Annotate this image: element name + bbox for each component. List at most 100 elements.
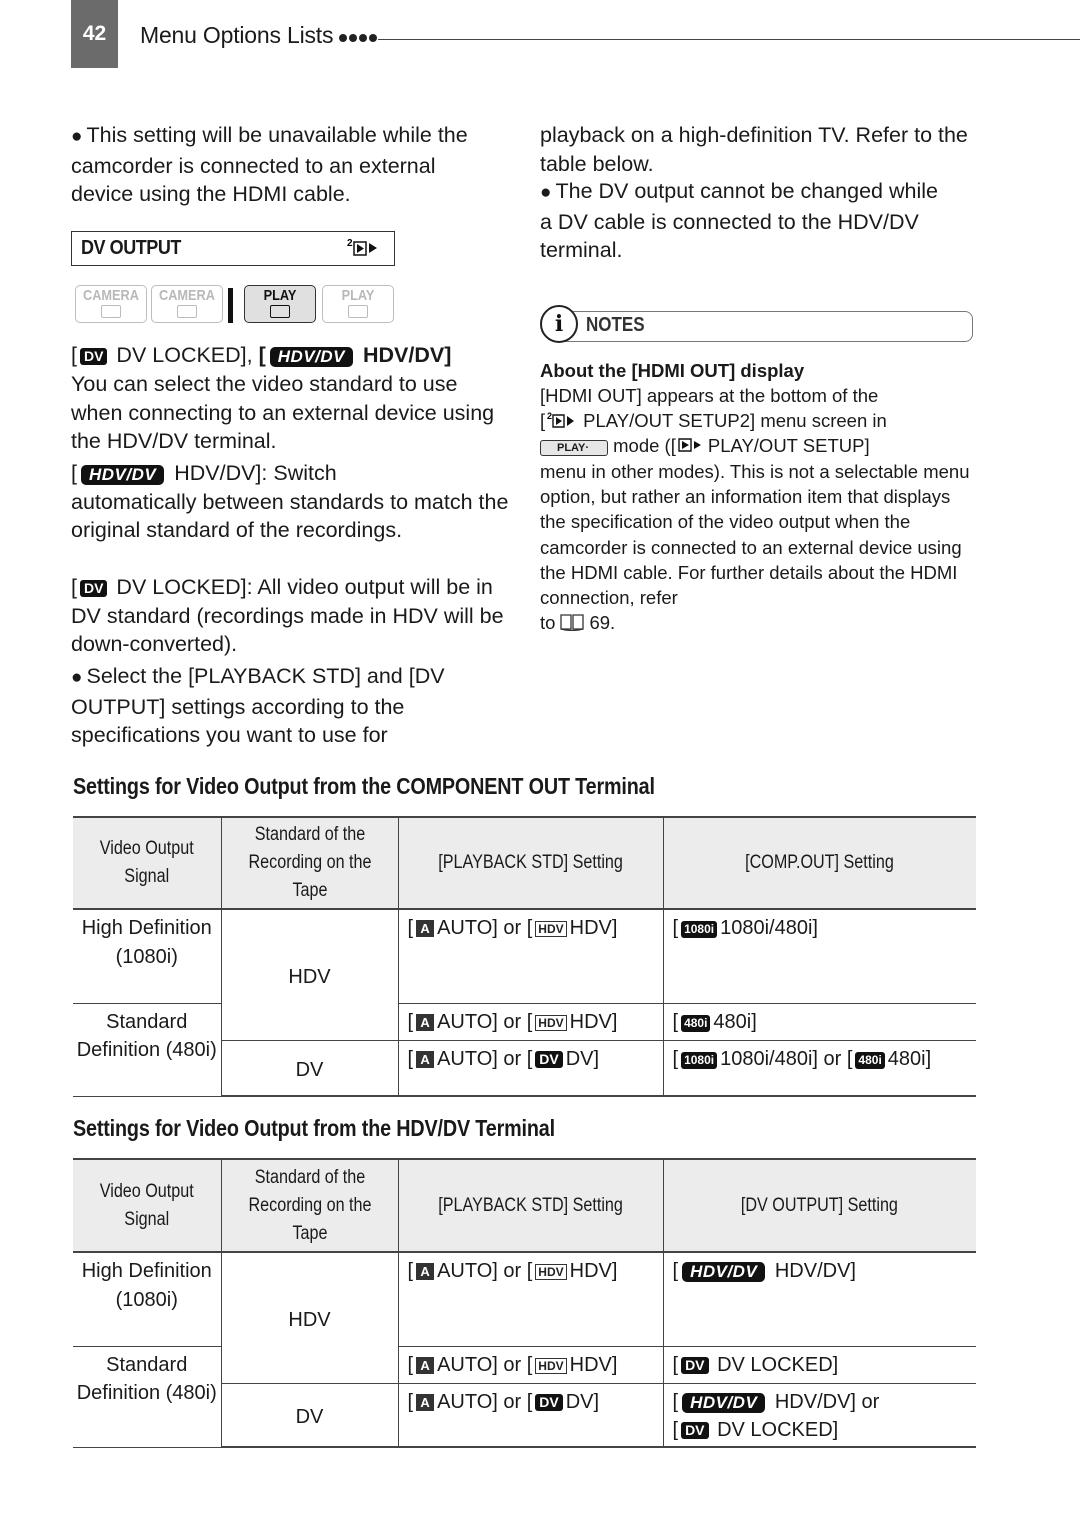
notes-title: NOTES [586, 314, 645, 336]
auto-icon: A [416, 1356, 435, 1374]
dv-cable-bullet: The DV output cannot be changed while a … [540, 177, 940, 265]
dv-icon: DV [79, 348, 108, 365]
column-header: [PLAYBACK STD] Setting [397, 816, 663, 910]
480i-icon: 480i [681, 1014, 711, 1032]
select-bullet: Select the [PLAYBACK STD] and [DV OUTPUT… [71, 662, 511, 750]
hdv-dv-icon: HDV/DV [269, 347, 354, 367]
component-out-heading: Settings for Video Output from the COMPO… [73, 773, 655, 799]
column-header: Standard of the Recording on the Tape [220, 1158, 398, 1253]
notes-line-2: [2 PLAY/OUT SETUP2] menu screen in [540, 408, 980, 435]
hdv-icon: HDV [535, 921, 567, 937]
hdv-dv-icon: HDV/DV [682, 1392, 766, 1413]
signal-cell: High Definition (1080i) [73, 1252, 221, 1347]
notes-page-reference: to 69. [540, 610, 980, 637]
hdv-dv-option-description: [HDV/DV HDV/DV]: Switch automatically be… [71, 461, 509, 542]
hdv-icon: HDV [535, 1357, 567, 1374]
mode-play-tape: PLAY [244, 285, 316, 323]
tape-standard-cell: HDV [220, 909, 398, 1041]
title-dots-decoration [339, 34, 377, 42]
signal-cell: Standard Definition (480i) [73, 1003, 221, 1097]
mode-separator [228, 288, 233, 323]
option-description: You can select the video standard to use… [71, 372, 495, 453]
table-header-row: Video Output Signal Standard of the Reco… [73, 1158, 976, 1253]
dv-icon: DV [79, 580, 108, 597]
table-row: High Definition (1080i) HDV [A AUTO] or [… [73, 909, 976, 1041]
dv-icon: DV [681, 1356, 709, 1374]
page-number: 42 [71, 0, 118, 68]
svg-text:2: 2 [347, 238, 353, 249]
tape-icon [101, 305, 121, 318]
mode-camera-tape: CAMERA [75, 285, 147, 323]
comp-out-cell: [1080i 1080i/480i] or [480i 480i] [662, 1040, 976, 1097]
tape-standard-cell: DV [220, 1040, 398, 1097]
playback-std-cell: [A AUTO] or [HDV HDV] [397, 1252, 663, 1347]
card-icon [348, 305, 368, 318]
tape-icon [270, 305, 290, 318]
svg-text:2: 2 [547, 411, 552, 421]
480i-icon: 480i [855, 1051, 885, 1069]
hdv-dv-terminal-heading: Settings for Video Output from the HDV/D… [73, 1115, 555, 1141]
column-header: Video Output Signal [73, 1158, 221, 1253]
column-header: Video Output Signal [73, 816, 221, 910]
table-header-row: Video Output Signal Standard of the Reco… [73, 816, 976, 910]
info-icon: i [540, 305, 578, 343]
play-out-setup-2-icon: 2 [346, 237, 382, 264]
component-out-table: Video Output Signal Standard of the Reco… [73, 816, 976, 1097]
play-tape-mode-icon: PLAY· [540, 440, 608, 456]
playback-std-cell: [A AUTO] or [DV DV] [397, 1040, 663, 1097]
card-icon [177, 305, 197, 318]
auto-icon: A [416, 1050, 435, 1068]
intro-bullet: This setting will be unavailable while t… [71, 121, 501, 209]
playback-std-cell: [A AUTO] or [HDV HDV] [397, 1346, 663, 1384]
dv-locked-option-description: [DV DV LOCKED]: All video output will be… [71, 575, 504, 656]
auto-icon: A [416, 1013, 435, 1031]
notes-body: menu in other modes). This is not a sele… [540, 461, 970, 609]
dv-icon: DV [681, 1422, 709, 1439]
header-rule [378, 39, 1080, 40]
notes-line-1: [HDMI OUT] appears at the bottom of the [540, 385, 879, 406]
auto-icon: A [416, 1393, 435, 1411]
hdv-icon: HDV [535, 1264, 567, 1280]
1080i-icon: 1080i [681, 1051, 718, 1069]
play-out-setup-2-icon: 2 [547, 410, 581, 435]
hdv-dv-icon: HDV/DV [682, 1262, 766, 1282]
menu-item-box: DV OUTPUT 2 [71, 231, 395, 266]
column-header: Standard of the Recording on the Tape [220, 816, 398, 910]
dv-icon: DV [535, 1050, 563, 1068]
1080i-icon: 1080i [681, 921, 718, 938]
comp-out-cell: [1080i 1080i/480i] [662, 909, 976, 1004]
column-header: [DV OUTPUT] Setting [662, 1158, 976, 1253]
table-row: High Definition (1080i) HDV [A AUTO] or [… [73, 1252, 976, 1384]
running-title: Menu Options Lists [140, 22, 334, 48]
auto-icon: A [416, 920, 435, 937]
playback-std-cell: [A AUTO] or [HDV HDV] [397, 909, 663, 1004]
playback-std-cell: [A AUTO] or [HDV HDV] [397, 1003, 663, 1041]
comp-out-cell: [480i 480i] [662, 1003, 976, 1041]
hdv-dv-icon: HDV/DV [80, 465, 165, 485]
dv-output-cell: [HDV/DV HDV/DV] or[DV DV LOCKED] [662, 1383, 976, 1448]
table-row: Standard Definition (480i) [A AUTO] or [H… [73, 1003, 976, 1097]
tape-standard-cell: HDV [220, 1252, 398, 1384]
auto-icon: A [416, 1263, 435, 1280]
hdv-dv-terminal-table: Video Output Signal Standard of the Reco… [73, 1158, 976, 1448]
tape-standard-cell: DV [220, 1383, 398, 1448]
table-row: Standard Definition (480i) [A AUTO] or [H… [73, 1346, 976, 1448]
column-header: [COMP.OUT] Setting [662, 816, 976, 910]
book-icon [559, 612, 585, 637]
continuation-text: playback on a high-definition TV. Refer … [540, 123, 968, 176]
options-line: [DV DV LOCKED], [HDV/DV HDV/DV] [71, 343, 452, 367]
play-out-setup-icon [678, 435, 706, 460]
signal-cell: High Definition (1080i) [73, 909, 221, 1004]
hdv-icon: HDV [535, 1014, 567, 1031]
signal-cell: Standard Definition (480i) [73, 1346, 221, 1448]
mode-camera-card: CAMERA [151, 285, 223, 323]
notes-line-3: PLAY· mode ([PLAY/OUT SETUP] [540, 433, 980, 460]
mode-play-card: PLAY [322, 285, 394, 323]
dv-icon: DV [535, 1393, 563, 1411]
dv-output-cell: [HDV/DV HDV/DV] [662, 1252, 976, 1347]
menu-item-title: DV OUTPUT [81, 237, 181, 259]
dv-output-cell: [DV DV LOCKED] [662, 1346, 976, 1384]
notes-subheading: About the [HDMI OUT] display [540, 360, 805, 381]
column-header: [PLAYBACK STD] Setting [397, 1158, 663, 1253]
playback-std-cell: [A AUTO] or [DV DV] [397, 1383, 663, 1448]
